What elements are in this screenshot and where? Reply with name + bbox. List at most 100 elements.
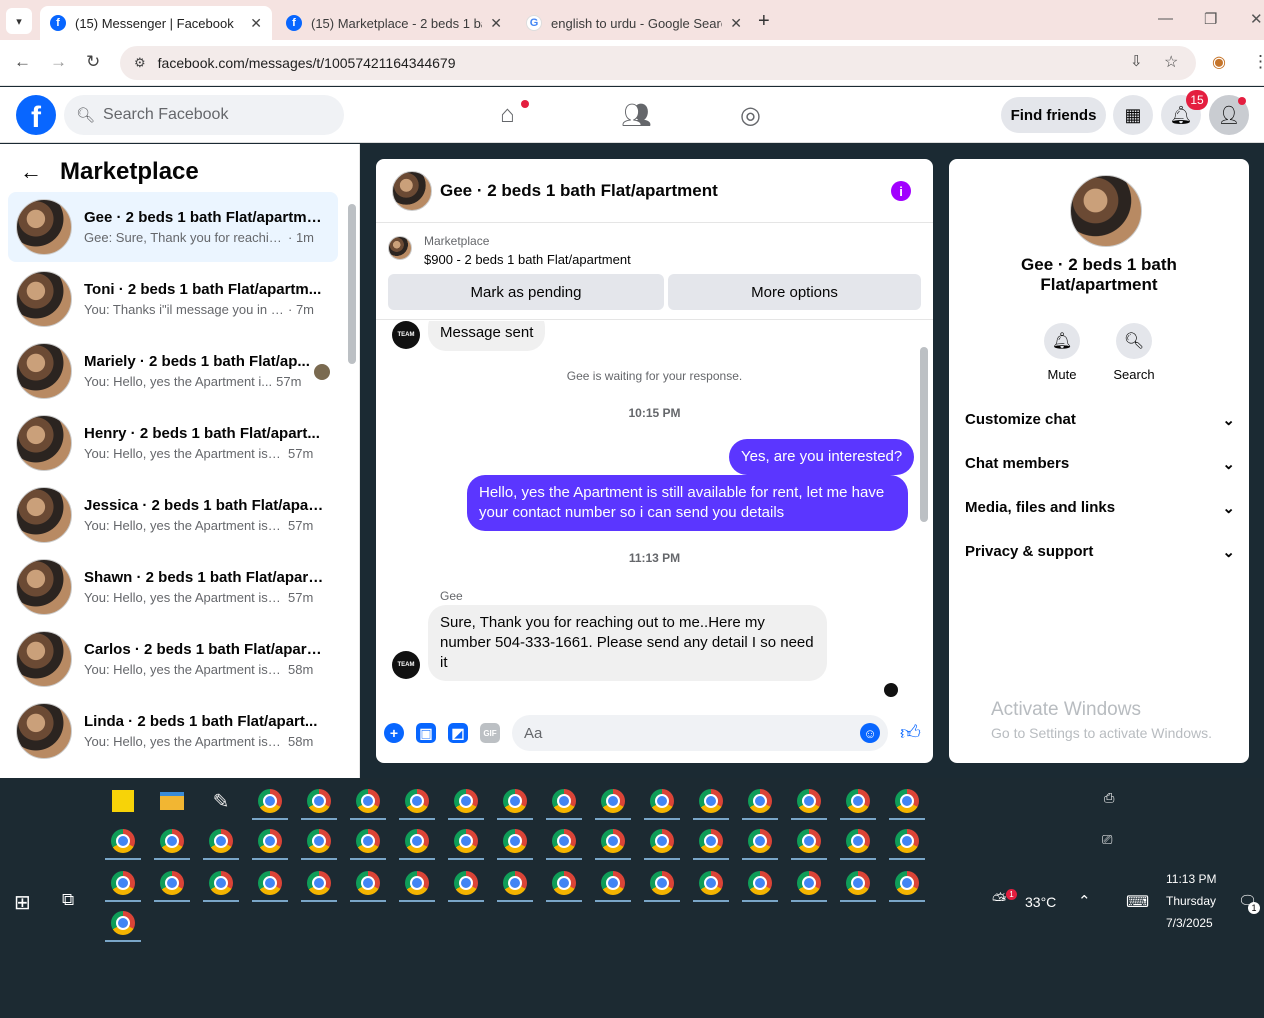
chrome-icon[interactable] — [103, 904, 143, 942]
message-input[interactable]: Aa ☺ — [512, 715, 888, 751]
chrome-icon[interactable] — [593, 864, 633, 902]
new-tab-icon[interactable]: + — [758, 10, 770, 33]
chrome-icon[interactable] — [544, 782, 584, 820]
chat-listing-thumbnail[interactable] — [392, 170, 432, 211]
home-icon[interactable]: ⌂ — [500, 101, 515, 129]
chrome-icon[interactable] — [495, 864, 535, 902]
mark-as-pending-button[interactable]: Mark as pending — [388, 274, 664, 310]
reload-icon[interactable]: ↻ — [86, 52, 100, 72]
mute-button[interactable]: 🔔︎ Mute — [1032, 323, 1092, 382]
weather-temp[interactable]: 33°C — [1025, 894, 1056, 910]
chrome-icon[interactable] — [887, 864, 927, 902]
chrome-icon[interactable] — [299, 864, 339, 902]
chrome-icon[interactable] — [250, 864, 290, 902]
chrome-icon[interactable] — [348, 822, 388, 860]
chrome-icon[interactable] — [152, 864, 192, 902]
friends-icon[interactable]: 👥︎ — [621, 101, 651, 130]
more-options-button[interactable]: More options — [668, 274, 921, 310]
sticky-notes-icon[interactable] — [103, 782, 143, 820]
close-window-icon[interactable]: ✕ — [1250, 10, 1263, 28]
listing-price-title[interactable]: $900 - 2 beds 1 bath Flat/apartment — [424, 252, 631, 267]
conversation-item[interactable]: Toni · 2 beds 1 bath Flat/apartm... You:… — [8, 264, 338, 334]
tab-search-dropdown-icon[interactable]: ▾ — [6, 8, 32, 34]
chrome-icon[interactable] — [348, 782, 388, 820]
chrome-icon[interactable] — [789, 782, 829, 820]
sticker-icon[interactable]: ◩ — [448, 723, 468, 743]
close-tab-icon[interactable]: ✕ — [490, 15, 502, 32]
sidebar-scrollbar[interactable] — [348, 204, 356, 364]
restore-icon[interactable]: ❐ — [1204, 10, 1217, 28]
conversation-item[interactable]: Gee · 2 beds 1 bath Flat/apartme... Gee:… — [8, 192, 338, 262]
chrome-icon[interactable] — [103, 822, 143, 860]
forward-icon[interactable]: → — [50, 52, 67, 72]
site-info-icon[interactable]: ⚙ — [134, 55, 146, 71]
find-friends-button[interactable]: Find friends — [1001, 97, 1106, 133]
chrome-icon[interactable] — [103, 864, 143, 902]
windows-start-icon[interactable]: ⊞ — [14, 890, 31, 915]
chrome-icon[interactable] — [642, 782, 682, 820]
file-explorer-icon[interactable] — [152, 782, 192, 820]
conversation-item[interactable]: Jessica · 2 beds 1 bath Flat/apart... Yo… — [8, 480, 338, 550]
chrome-icon[interactable] — [397, 864, 437, 902]
groups-icon[interactable]: ◎ — [740, 101, 761, 130]
install-app-icon[interactable]: ⇩ — [1130, 52, 1143, 70]
chrome-icon[interactable] — [887, 782, 927, 820]
meet-now-icon[interactable]: ⎙ — [1104, 790, 1114, 806]
chrome-icon[interactable] — [152, 822, 192, 860]
profile-icon[interactable]: ◉ — [1212, 52, 1226, 72]
chrome-icon[interactable] — [691, 822, 731, 860]
facebook-logo-icon[interactable]: f — [16, 95, 56, 135]
chrome-icon[interactable] — [887, 822, 927, 860]
back-icon[interactable]: ← — [14, 52, 31, 72]
media-files-links-section[interactable]: Media, files and links ⌄ — [965, 499, 1235, 517]
chrome-icon[interactable] — [642, 864, 682, 902]
gif-icon[interactable]: GIF — [480, 723, 500, 743]
chrome-icon[interactable] — [740, 782, 780, 820]
chrome-icon[interactable] — [593, 822, 633, 860]
chat-scrollbar[interactable] — [920, 347, 928, 522]
chrome-icon[interactable] — [789, 822, 829, 860]
weather-icon[interactable]: ⛅︎ — [992, 890, 1006, 911]
browser-tab-google[interactable]: G english to urdu - Google Search ✕ — [516, 6, 752, 40]
chrome-icon[interactable] — [446, 782, 486, 820]
chrome-icon[interactable] — [544, 864, 584, 902]
chrome-icon[interactable] — [691, 782, 731, 820]
chrome-icon[interactable] — [397, 782, 437, 820]
privacy-support-section[interactable]: Privacy & support ⌄ — [965, 543, 1235, 561]
chrome-icon[interactable] — [691, 864, 731, 902]
browser-tab-messenger[interactable]: f (15) Messenger | Facebook ✕ — [40, 6, 272, 40]
chrome-icon[interactable] — [446, 864, 486, 902]
chrome-icon[interactable] — [838, 822, 878, 860]
keyboard-icon[interactable]: ⌨ — [1126, 892, 1149, 912]
conversation-item[interactable]: Shawn · 2 beds 1 bath Flat/apart... You:… — [8, 552, 338, 622]
chrome-icon[interactable] — [299, 822, 339, 860]
chrome-icon[interactable] — [250, 822, 290, 860]
chrome-icon[interactable] — [446, 822, 486, 860]
clock-day[interactable]: Thursday — [1166, 894, 1216, 908]
device-icon[interactable]: ⎚ — [1102, 832, 1112, 848]
conversation-item[interactable]: Linda · 2 beds 1 bath Flat/apart... You:… — [8, 696, 338, 766]
conversation-item[interactable]: Mariely · 2 beds 1 bath Flat/ap... You: … — [8, 336, 338, 406]
chrome-icon[interactable] — [201, 864, 241, 902]
chrome-icon[interactable] — [593, 782, 633, 820]
chat-members-section[interactable]: Chat members ⌄ — [965, 455, 1235, 473]
info-icon[interactable]: i — [891, 181, 911, 201]
close-tab-icon[interactable]: ✕ — [250, 15, 262, 32]
bookmark-star-icon[interactable]: ☆ — [1164, 52, 1178, 72]
minimize-icon[interactable]: — — [1158, 10, 1173, 27]
photo-icon[interactable]: ▣ — [416, 723, 436, 743]
chrome-icon[interactable] — [838, 782, 878, 820]
chrome-icon[interactable] — [838, 864, 878, 902]
plus-icon[interactable]: + — [384, 723, 404, 743]
clock-time[interactable]: 11:13 PM — [1166, 872, 1216, 886]
conversation-item[interactable]: Carlos · 2 beds 1 bath Flat/apart... You… — [8, 624, 338, 694]
chrome-icon[interactable] — [397, 822, 437, 860]
search-in-chat-button[interactable]: 🔍︎ Search — [1104, 323, 1164, 382]
facebook-search-input[interactable]: 🔍︎ Search Facebook — [64, 95, 344, 135]
close-tab-icon[interactable]: ✕ — [730, 15, 742, 32]
conversation-item[interactable]: Henry · 2 beds 1 bath Flat/apart... You:… — [8, 408, 338, 478]
task-view-icon[interactable]: ⧉ — [62, 890, 74, 910]
clock-date[interactable]: 7/3/2025 — [1166, 916, 1213, 930]
chrome-icon[interactable] — [642, 822, 682, 860]
back-arrow-icon[interactable]: ← — [20, 159, 42, 185]
